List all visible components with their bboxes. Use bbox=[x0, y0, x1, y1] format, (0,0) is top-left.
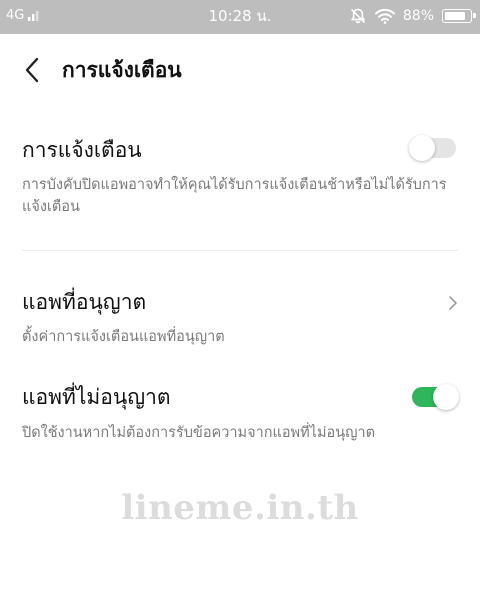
battery-percent: 88% bbox=[402, 8, 434, 24]
watermark: lineme.in.th bbox=[121, 488, 359, 528]
toggle-knob bbox=[433, 384, 459, 410]
bell-muted-icon bbox=[350, 8, 365, 24]
notifications-setting-description: การบังคับปิดแอพอาจทำให้คุณได้รับการแจ้งเ… bbox=[22, 177, 447, 215]
wifi-icon bbox=[374, 8, 395, 24]
allowed-apps-title: แอพที่อนุญาต bbox=[22, 290, 147, 314]
disallowed-apps-title: แอพที่ไม่อนุญาต bbox=[22, 385, 171, 409]
page-title: การแจ้งเตือน bbox=[62, 58, 182, 82]
battery-icon bbox=[442, 9, 476, 23]
section-divider bbox=[22, 250, 458, 251]
status-bar: 4G 10:28 น. 88% bbox=[0, 0, 480, 34]
notifications-toggle[interactable] bbox=[409, 135, 456, 161]
allowed-apps-description: ตั้งค่าการแจ้งเตือนแอพที่อนุญาต bbox=[22, 329, 225, 345]
app-header: การแจ้งเตือน bbox=[0, 34, 480, 104]
disallowed-apps-toggle[interactable] bbox=[412, 384, 459, 410]
chevron-right-icon bbox=[449, 296, 457, 310]
battery-fill bbox=[445, 12, 466, 20]
disallowed-apps-description: ปิดใช้งานหากไม่ต้องการรับข้อความจากแอพที… bbox=[22, 425, 376, 441]
back-button[interactable] bbox=[16, 54, 48, 86]
battery-tip bbox=[473, 13, 476, 18]
notifications-setting-title: การแจ้งเตือน bbox=[22, 138, 142, 162]
toggle-knob bbox=[409, 135, 435, 161]
chevron-left-icon bbox=[25, 57, 39, 83]
